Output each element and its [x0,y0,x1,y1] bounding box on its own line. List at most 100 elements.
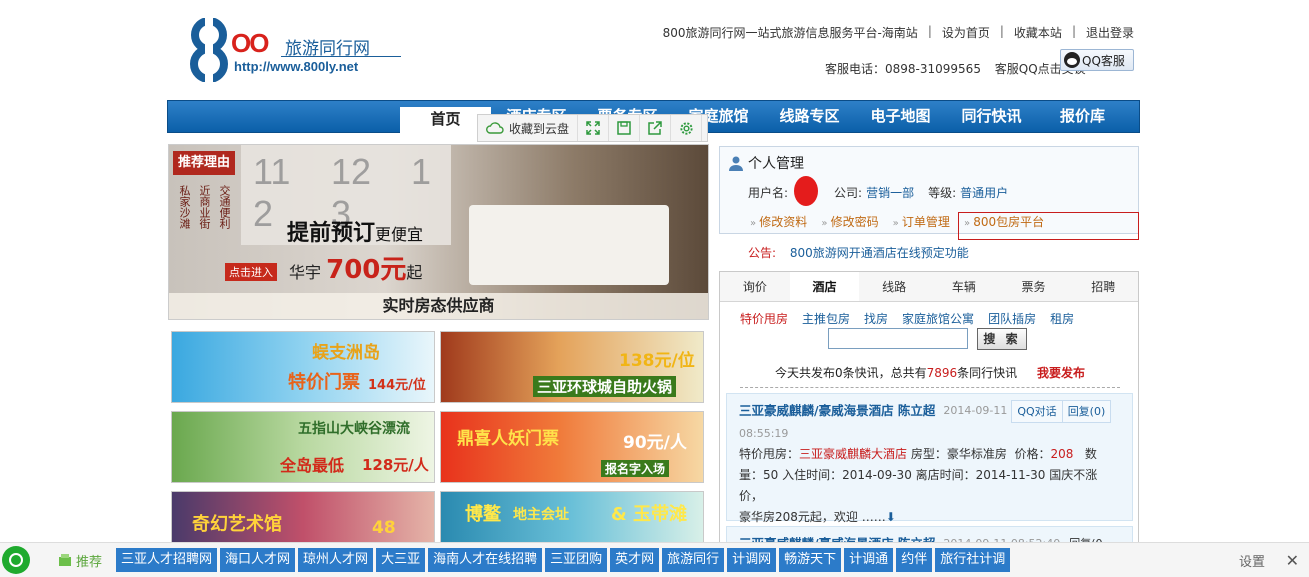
top-link-set-homepage[interactable]: 设为首页 [942,24,990,41]
hotline-phone: 客服电话：0898-31099565 [825,62,981,76]
save-to-cloud-label: 收藏到云盘 [509,121,570,136]
top-link-logout[interactable]: 退出登录 [1086,24,1134,41]
announcement-link[interactable]: 800旅游网开通酒店在线预定功能 [790,246,969,260]
news-card-time-2: 08:55:19 [739,427,789,440]
bottom-link[interactable]: 英才网 [610,548,660,572]
subtab-rent[interactable]: 租房 [1050,310,1074,327]
bottom-link[interactable]: 海南人才在线招聘 [428,548,543,572]
user-info-row: 用户名: 公司: 营销一部 等级: 普通用户 [748,176,1018,206]
share-icon [648,121,662,135]
nav-item-quotes[interactable]: 报价库 [1037,101,1128,132]
share-button[interactable] [640,115,672,141]
nav-item-map[interactable]: 电子地图 [855,101,946,132]
fullscreen-button[interactable] [578,115,610,141]
ad-hotpot[interactable]: 138元/位 三亚环球城自助火锅 [440,331,704,403]
logo-underline [281,56,401,57]
recommend-icon [59,554,71,566]
subtab-group-room[interactable]: 团队插房 [988,310,1036,327]
ad-rafting[interactable]: 五指山大峡谷漂流 全岛最低 128元/人 [171,411,435,483]
browser-logo-icon[interactable] [2,546,30,574]
link-change-password[interactable]: 修改密码 [821,213,879,230]
news-stat: 今天共发布0条快讯，总共有7896条同行快讯 我要发布 [740,364,1120,388]
subtab-find-room[interactable]: 找房 [864,310,888,327]
banner-headline: 提前预订更便宜 [287,221,424,246]
qq-chat-button[interactable]: QQ对话 [1011,400,1063,423]
bottom-link[interactable]: 计调网 [727,548,777,572]
link-order-management[interactable]: 订单管理 [893,213,950,230]
banner-enter-button[interactable]: 点击进入 [225,263,277,281]
ad-art-museum[interactable]: 奇幻艺术馆 48 [171,491,435,543]
tab-recruit[interactable]: 招聘 [1068,272,1138,301]
settings-button[interactable] [671,115,703,141]
top-link-bookmark[interactable]: 收藏本站 [1014,24,1062,41]
banner-price: 华宇 700元起 [289,255,423,285]
level-label: 等级: [928,186,957,200]
nav-item-news[interactable]: 同行快讯 [946,101,1037,132]
bottom-link[interactable]: 计调通 [844,548,894,572]
logo-url: http://www.800ly.net [234,59,359,74]
publish-link[interactable]: 我要发布 [1037,366,1085,380]
ad-boao[interactable]: 博鳌 地主会址 & 玉带滩 [440,491,704,543]
bottom-link[interactable]: 畅游天下 [779,548,842,572]
reply-button[interactable]: 回复(0) [1062,400,1112,423]
announcement: 公告: 800旅游网开通酒店在线预定功能 [748,244,969,261]
bottom-link[interactable]: 琼州人才网 [298,548,374,572]
more-arrow-icon[interactable]: ⬇ [886,510,896,524]
banner-footer: 实时房态供应商 [169,293,708,319]
reason-text: 交通便利 [218,185,231,229]
save-page-button[interactable] [609,115,641,141]
calendar-number: 2 [253,193,274,234]
top-link-slogan[interactable]: 800旅游同行网一站式旅游信息服务平台-海南站 [663,24,918,41]
news-card-head: 三亚豪威麒麟/豪威海景酒店 陈立超 2014-09-11 QQ对话 回复(0) [739,400,1120,423]
announcement-label: 公告: [748,246,777,260]
link-edit-profile[interactable]: 修改资料 [750,213,807,230]
calendar-number: 1 [411,151,432,192]
hotel-promo-banner[interactable]: 11 12 1 2 3 推荐理由 私家沙滩 近商业街 交通便利 点击进入 提前预… [168,144,709,320]
tab-vehicle[interactable]: 车辆 [929,272,999,301]
bottom-link[interactable]: 旅游同行 [662,548,725,572]
qq-service-button[interactable]: QQ客服 [1060,49,1134,71]
news-card-title[interactable]: 三亚豪威麒麟/豪威海景酒店 陈立超 [739,400,935,423]
site-logo[interactable]: OO 旅游同行网 http://www.800ly.net [183,16,413,86]
qq-penguin-icon [1064,52,1080,68]
bottom-link[interactable]: 海口人才网 [220,548,296,572]
search-input[interactable] [828,328,968,349]
tab-inquiry[interactable]: 询价 [720,272,790,301]
username-redaction [794,176,819,206]
info-panel: 询价 酒店 线路 车辆 票务 招聘 特价甩房 主推包房 找房 家庭旅馆公寓 团队… [719,271,1139,543]
ad-ladyboy-show[interactable]: 鼎喜人妖门票 90元/人 报名字入场 [440,411,704,483]
nav-item-routes[interactable]: 线路专区 [764,101,855,132]
save-to-cloud-button[interactable]: 收藏到云盘 [478,115,579,141]
bottom-settings[interactable]: 设置 [1239,551,1265,570]
bottom-link[interactable]: 约伴 [896,548,933,572]
bottom-recommend-bar: 推荐 三亚人才招聘网 海口人才网 琼州人才网 大三亚 海南人才在线招聘 三亚团购… [0,542,1309,577]
subtab-family-apartment[interactable]: 家庭旅馆公寓 [902,310,974,327]
hotline: 客服电话：0898-31099565 客服QQ点击交谈 [825,60,1086,77]
username-label: 用户名: [748,186,789,200]
search-button[interactable]: 搜 索 [977,328,1027,350]
company-label: 公司: [834,186,863,200]
calendar-number: 11 [253,151,291,192]
bottom-link[interactable]: 旅行社计调 [935,548,1011,572]
ad-wuzhizhou[interactable]: 蜈支洲岛 特价门票 144元/位 [171,331,435,403]
bottom-link[interactable]: 大三亚 [376,548,426,572]
calendar-number: 12 [331,151,372,192]
tab-ticket[interactable]: 票务 [999,272,1069,301]
subtab-featured[interactable]: 主推包房 [802,310,850,327]
close-icon[interactable]: ✕ [1286,551,1299,570]
bottom-link[interactable]: 三亚团购 [545,548,608,572]
separator: | [927,24,932,38]
panel-subtabs: 特价甩房 主推包房 找房 家庭旅馆公寓 团队插房 租房 [720,302,1138,327]
hotel-bed-image [469,205,669,285]
subtab-special-offer[interactable]: 特价甩房 [740,310,788,327]
top-links: 800旅游同行网一站式旅游信息服务平台-海南站 | 设为首页 | 收藏本站 | … [663,24,1134,41]
bottom-link[interactable]: 三亚人才招聘网 [116,548,218,572]
tab-hotel[interactable]: 酒店 [789,272,860,301]
separator: | [1071,24,1076,38]
cloud-toolbar: 收藏到云盘 [477,114,708,142]
tab-route[interactable]: 线路 [859,272,929,301]
cloud-icon [486,122,504,134]
company-link[interactable]: 营销一部 [866,184,914,206]
floppy-icon [617,121,631,135]
separator: | [999,24,1004,38]
